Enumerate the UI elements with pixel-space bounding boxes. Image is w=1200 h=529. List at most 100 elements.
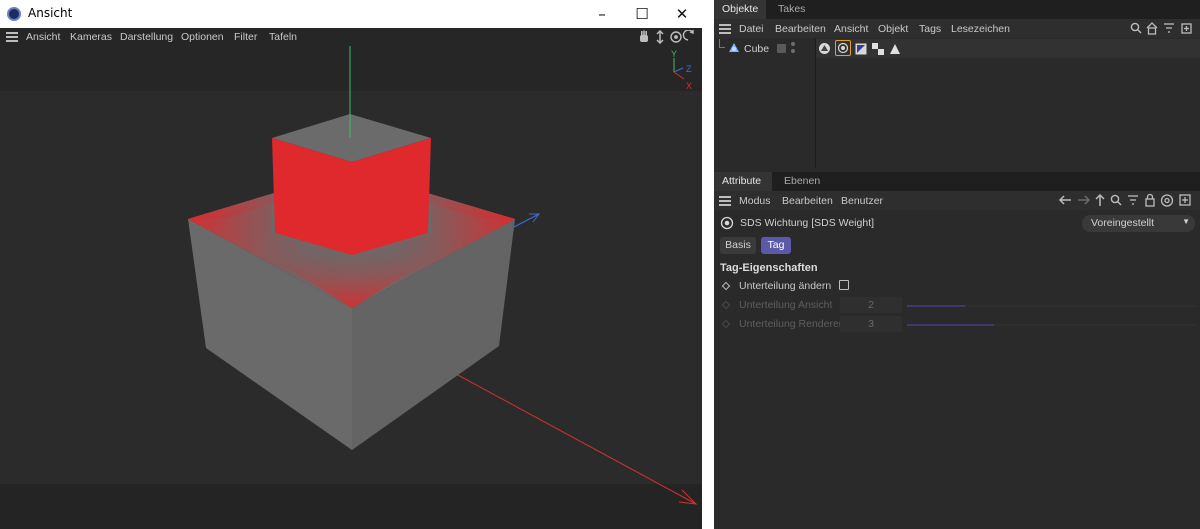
menu-filter[interactable]: Filter: [234, 31, 257, 43]
target-icon[interactable]: [1160, 194, 1174, 207]
menu-optionen[interactable]: Optionen: [181, 31, 224, 43]
unterteilung-ansicht-slider: [907, 305, 1197, 307]
move-arrows-icon[interactable]: [656, 30, 664, 44]
cube-icon: [729, 43, 739, 52]
menu-bearbeiten[interactable]: Bearbeiten: [775, 23, 826, 35]
attributes-header-title: SDS Wichtung [SDS Weight]: [740, 217, 875, 229]
slider-fill: [907, 324, 994, 326]
attributes-content: SDS Wichtung [SDS Weight] Voreingestellt…: [714, 211, 1200, 529]
unterteilung-renderer-field: 3: [840, 316, 902, 332]
animation-key-icon: [721, 300, 731, 310]
attributes-menubar: Modus Bearbeiten Benutzer: [714, 191, 1200, 210]
menu-modus[interactable]: Modus: [739, 195, 771, 207]
menu-kameras[interactable]: Kameras: [70, 31, 112, 43]
menu-ansicht[interactable]: Ansicht: [26, 31, 60, 43]
x-axis-line: [431, 360, 697, 505]
object-row-cube[interactable]: Cube: [714, 39, 815, 58]
z-axis-line: [511, 213, 540, 229]
new-window-icon[interactable]: [1181, 23, 1192, 34]
back-arrow-icon[interactable]: [1058, 195, 1071, 205]
maximize-view-icon[interactable]: [682, 30, 694, 41]
lock-icon[interactable]: [1145, 193, 1155, 207]
menu-objekt[interactable]: Objekt: [878, 23, 908, 35]
menu-bearbeiten-attr[interactable]: Bearbeiten: [782, 195, 833, 207]
gizmo-z-label: Z: [686, 64, 692, 74]
sds-weight-header-icon: [720, 216, 734, 230]
animation-key-icon: [721, 319, 731, 329]
search-icon[interactable]: [1130, 22, 1142, 34]
menu-darstellung[interactable]: Darstellung: [120, 31, 173, 43]
menu-hamburger-icon[interactable]: [6, 32, 18, 42]
objects-menubar: Datei Bearbeiten Ansicht Objekt Tags Les…: [714, 19, 1200, 38]
unterteilung-ansicht-field: 2: [840, 297, 902, 313]
attributes-hamburger-icon[interactable]: [719, 196, 731, 206]
menu-benutzer[interactable]: Benutzer: [841, 195, 883, 207]
menu-tafeln[interactable]: Tafeln: [269, 31, 297, 43]
objects-list: Cube: [714, 39, 1200, 168]
right-panel: Objekte Takes Datei Bearbeiten Ansicht O…: [714, 0, 1200, 529]
up-arrow-icon[interactable]: [1095, 193, 1105, 206]
gizmo-y-label: Y: [671, 49, 677, 59]
param-row-unterteilung-ansicht: Unterteilung Ansicht 2: [714, 296, 1200, 315]
param-label: Unterteilung Ansicht: [739, 299, 833, 311]
animation-key-icon[interactable]: [721, 281, 731, 291]
viewport-nav-icons: [640, 30, 694, 44]
param-label: Unterteilung Renderer: [739, 318, 843, 330]
menu-datei[interactable]: Datei: [739, 23, 764, 35]
object-name: Cube: [744, 43, 770, 55]
param-label: Unterteilung ändern: [739, 280, 832, 292]
slider-fill: [907, 305, 965, 307]
selection-tag-icon[interactable]: [854, 42, 867, 55]
editor-visibility-dot[interactable]: [791, 42, 795, 46]
x-axis-arrow: [678, 489, 698, 505]
menu-tags[interactable]: Tags: [919, 23, 941, 35]
tab-attribute[interactable]: Attribute: [714, 172, 772, 191]
sds-weight-tag-icon[interactable]: [835, 40, 851, 56]
polygon-selection-tag-icon[interactable]: [888, 42, 901, 55]
rotate-icon[interactable]: [670, 31, 682, 43]
objects-hamburger-icon[interactable]: [719, 24, 731, 34]
chevron-down-icon: ▼: [1182, 217, 1190, 226]
layer-toggle-icon[interactable]: [777, 44, 786, 53]
tree-line: [719, 39, 725, 48]
objects-toolbar-icons: [1130, 22, 1192, 35]
objects-column-separator: [815, 39, 816, 168]
filter-attr-icon[interactable]: [1128, 195, 1138, 205]
menu-ansicht-obj[interactable]: Ansicht: [834, 23, 868, 35]
mode-basis-button[interactable]: Basis: [720, 237, 756, 254]
scene-render: Y Z X: [188, 46, 698, 505]
cinema4d-logo-icon: [7, 7, 21, 21]
maximize-icon[interactable]: ☐: [620, 0, 664, 28]
tab-takes[interactable]: Takes: [770, 0, 814, 19]
section-title: Tag-Eigenschaften: [720, 262, 818, 274]
attributes-toolbar-icons: [1058, 193, 1191, 207]
unterteilung-aendern-checkbox[interactable]: [839, 280, 849, 290]
preset-dropdown-value: Voreingestellt: [1091, 217, 1155, 229]
mode-tag-button[interactable]: Tag: [761, 237, 791, 254]
phong-tag-icon[interactable]: [818, 42, 831, 55]
menu-lesezeichen[interactable]: Lesezeichen: [951, 23, 1010, 35]
preset-dropdown[interactable]: Voreingestellt ▼: [1082, 215, 1195, 232]
texture-tag-icon[interactable]: [871, 42, 884, 55]
unterteilung-renderer-slider: [907, 324, 1197, 326]
new-attr-window-icon[interactable]: [1179, 194, 1191, 206]
close-icon[interactable]: ✕: [660, 0, 704, 28]
gizmo-x-label: X: [686, 81, 692, 91]
3d-viewport[interactable]: Y Z X: [0, 46, 702, 529]
minimize-icon[interactable]: –: [580, 0, 624, 28]
viewport-window: Ansicht – ☐ ✕ Ansicht Kameras Darstellun…: [0, 0, 702, 529]
render-visibility-dot[interactable]: [791, 49, 795, 53]
search-attr-icon[interactable]: [1110, 194, 1122, 206]
tab-objekte[interactable]: Objekte: [714, 0, 766, 19]
pan-hand-icon[interactable]: [640, 30, 648, 43]
viewport-menubar: Ansicht Kameras Darstellung Optionen Fil…: [0, 28, 702, 46]
filter-icon[interactable]: [1164, 23, 1174, 33]
home-icon[interactable]: [1146, 22, 1158, 35]
orientation-gizmo: Y Z X: [671, 49, 692, 91]
param-row-unterteilung-renderer: Unterteilung Renderer 3: [714, 315, 1200, 334]
attributes-tabbar: Attribute Ebenen: [714, 172, 1200, 191]
forward-arrow-icon[interactable]: [1078, 195, 1091, 205]
window-divider: [702, 0, 714, 529]
tab-ebenen[interactable]: Ebenen: [776, 172, 826, 191]
window-titlebar: Ansicht – ☐ ✕: [0, 0, 702, 28]
